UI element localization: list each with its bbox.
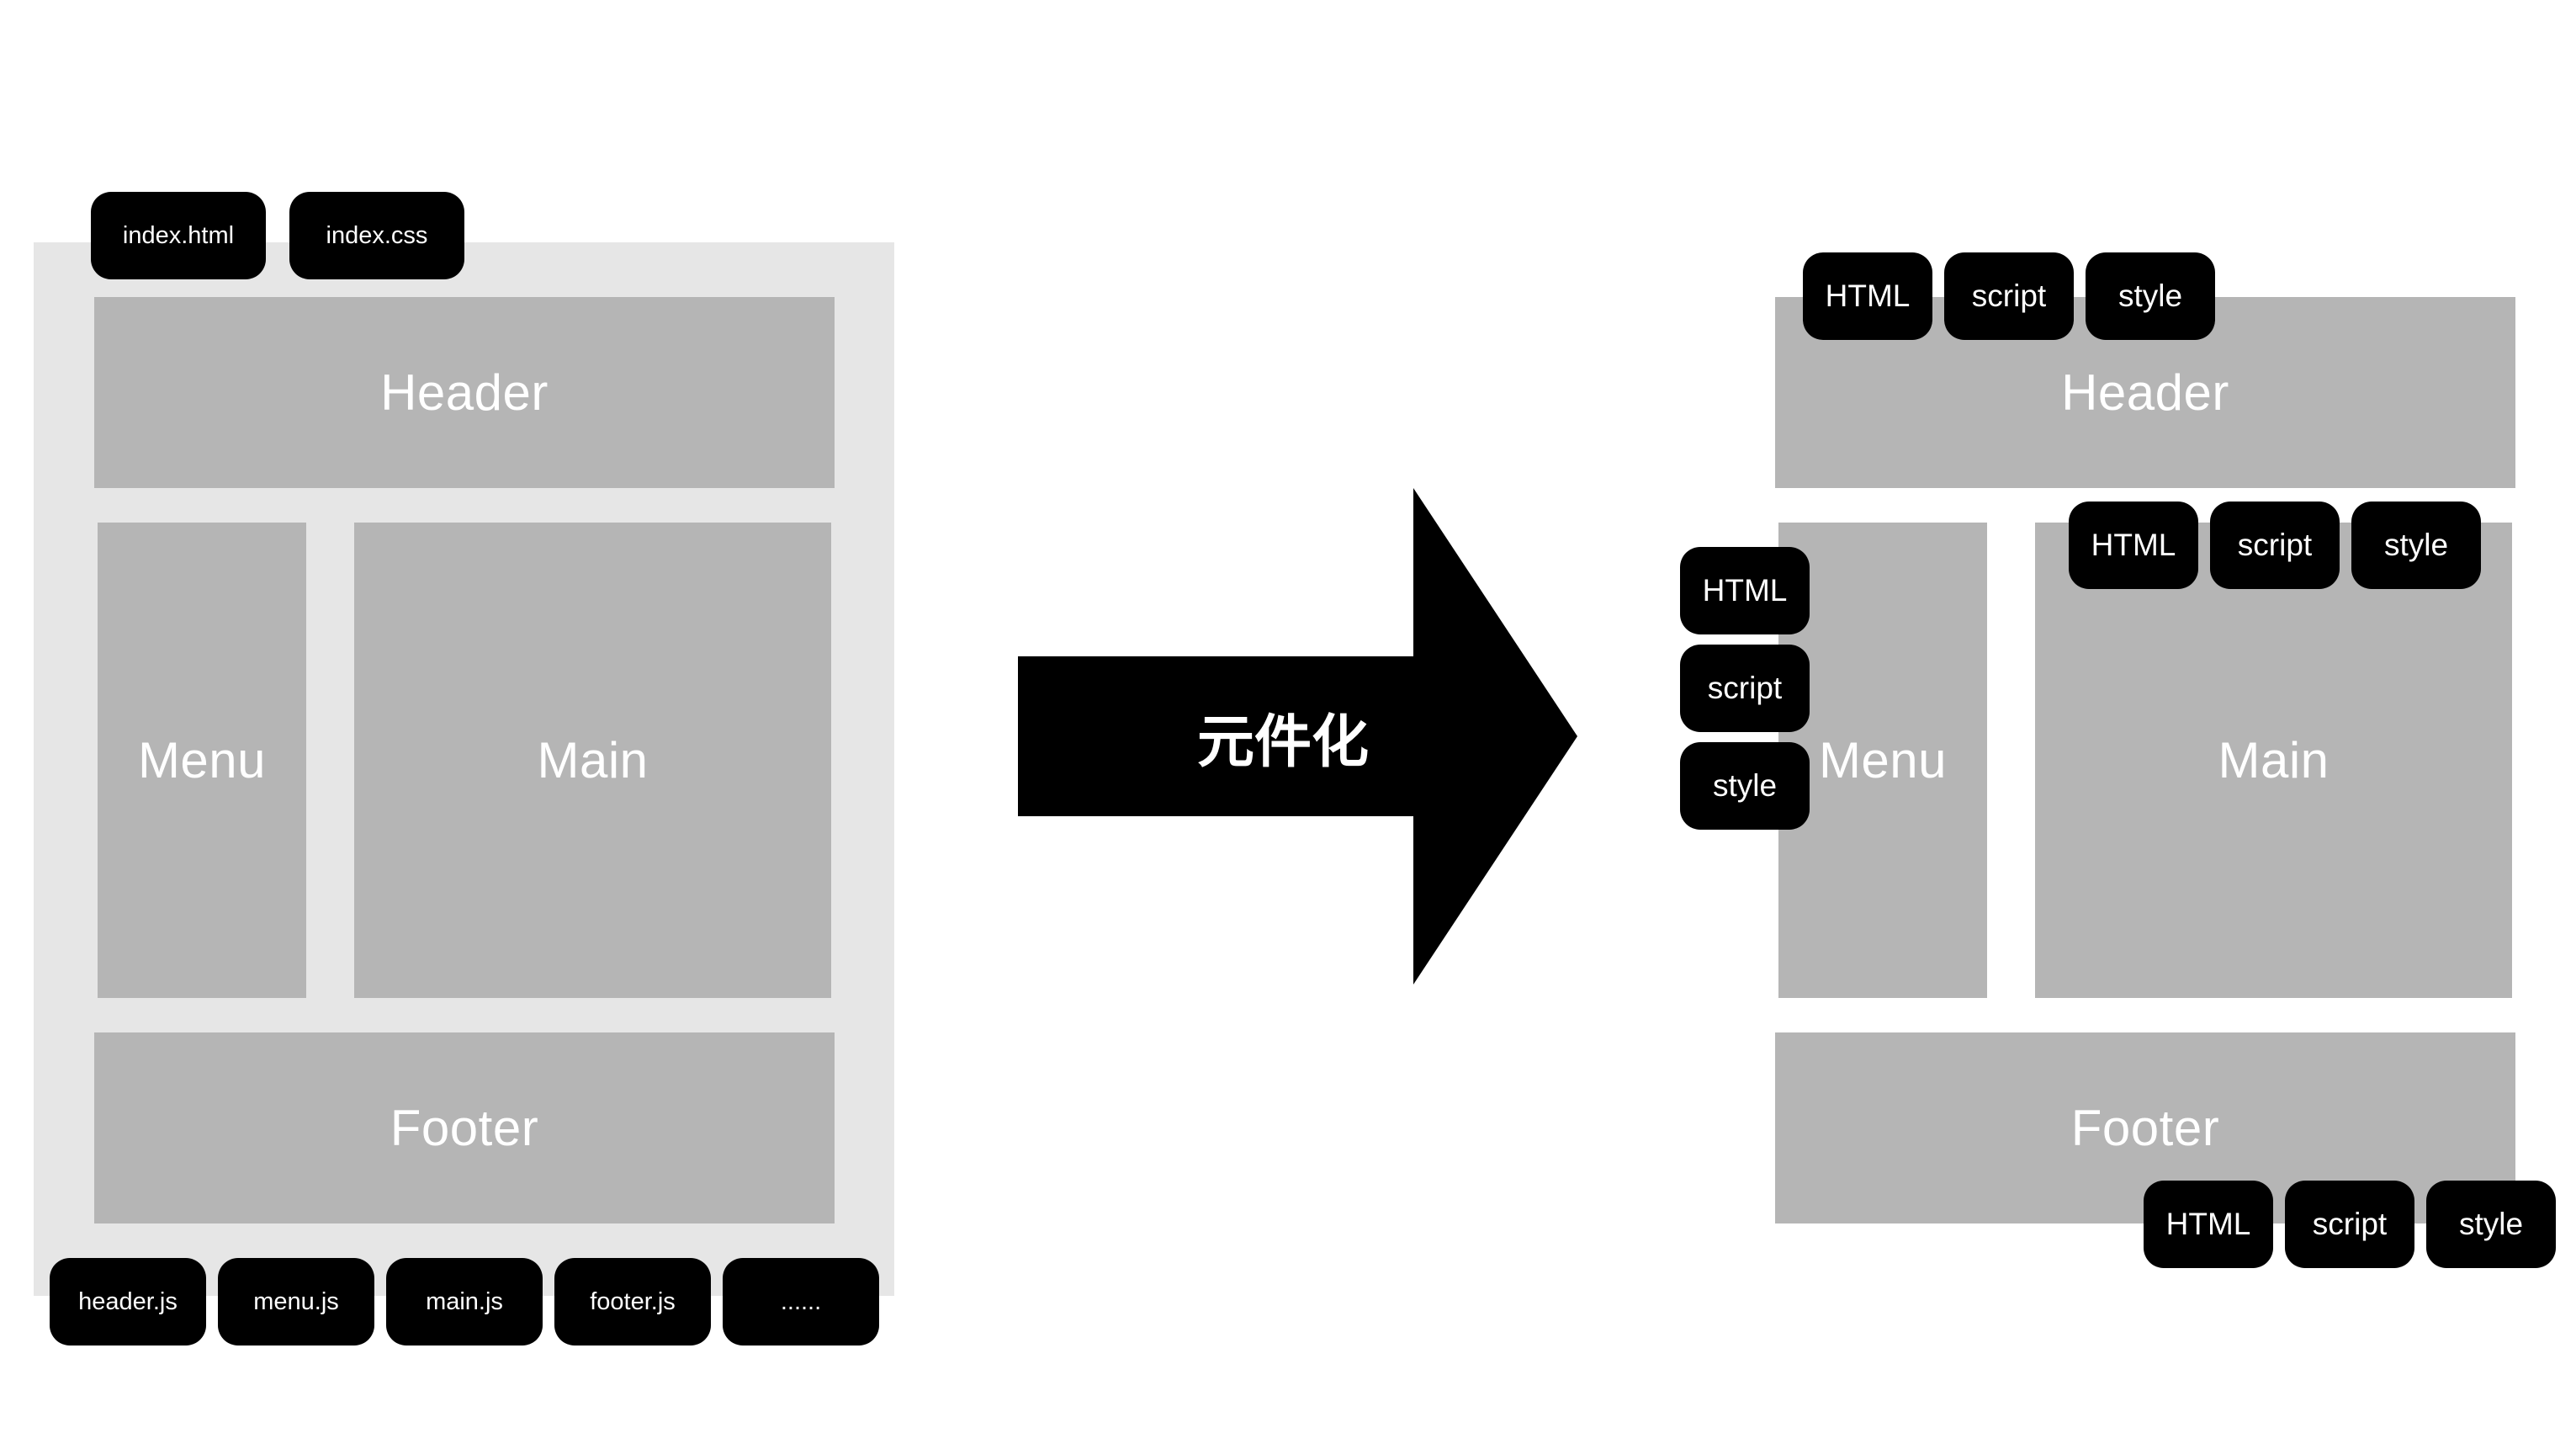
footer-html-tag: HTML — [2144, 1181, 2273, 1268]
menu-style-tag: style — [1680, 742, 1810, 830]
right-main-block: Main — [2035, 523, 2512, 998]
file-tag-more: ...... — [723, 1258, 879, 1346]
main-style-tag: style — [2351, 502, 2481, 589]
header-html-tag: HTML — [1803, 252, 1932, 340]
header-script-tag: script — [1944, 252, 2074, 340]
file-tag-footer-js: footer.js — [554, 1258, 711, 1346]
left-footer-block: Footer — [94, 1032, 835, 1223]
main-html-tag: HTML — [2069, 502, 2198, 589]
arrow-label: 元件化 — [1196, 709, 1369, 776]
header-style-tag: style — [2086, 252, 2215, 340]
footer-style-tag: style — [2426, 1181, 2556, 1268]
footer-script-tag: script — [2285, 1181, 2414, 1268]
right-menu-block: Menu — [1778, 523, 1987, 998]
left-header-block: Header — [94, 297, 835, 488]
left-main-block: Main — [354, 523, 831, 998]
file-tag-index-html: index.html — [91, 192, 266, 279]
main-script-tag: script — [2210, 502, 2340, 589]
left-menu-block: Menu — [98, 523, 306, 998]
menu-html-tag: HTML — [1680, 547, 1810, 634]
file-tag-index-css: index.css — [289, 192, 464, 279]
file-tag-header-js: header.js — [50, 1258, 206, 1346]
menu-script-tag: script — [1680, 645, 1810, 732]
file-tag-main-js: main.js — [386, 1258, 543, 1346]
file-tag-menu-js: menu.js — [218, 1258, 374, 1346]
